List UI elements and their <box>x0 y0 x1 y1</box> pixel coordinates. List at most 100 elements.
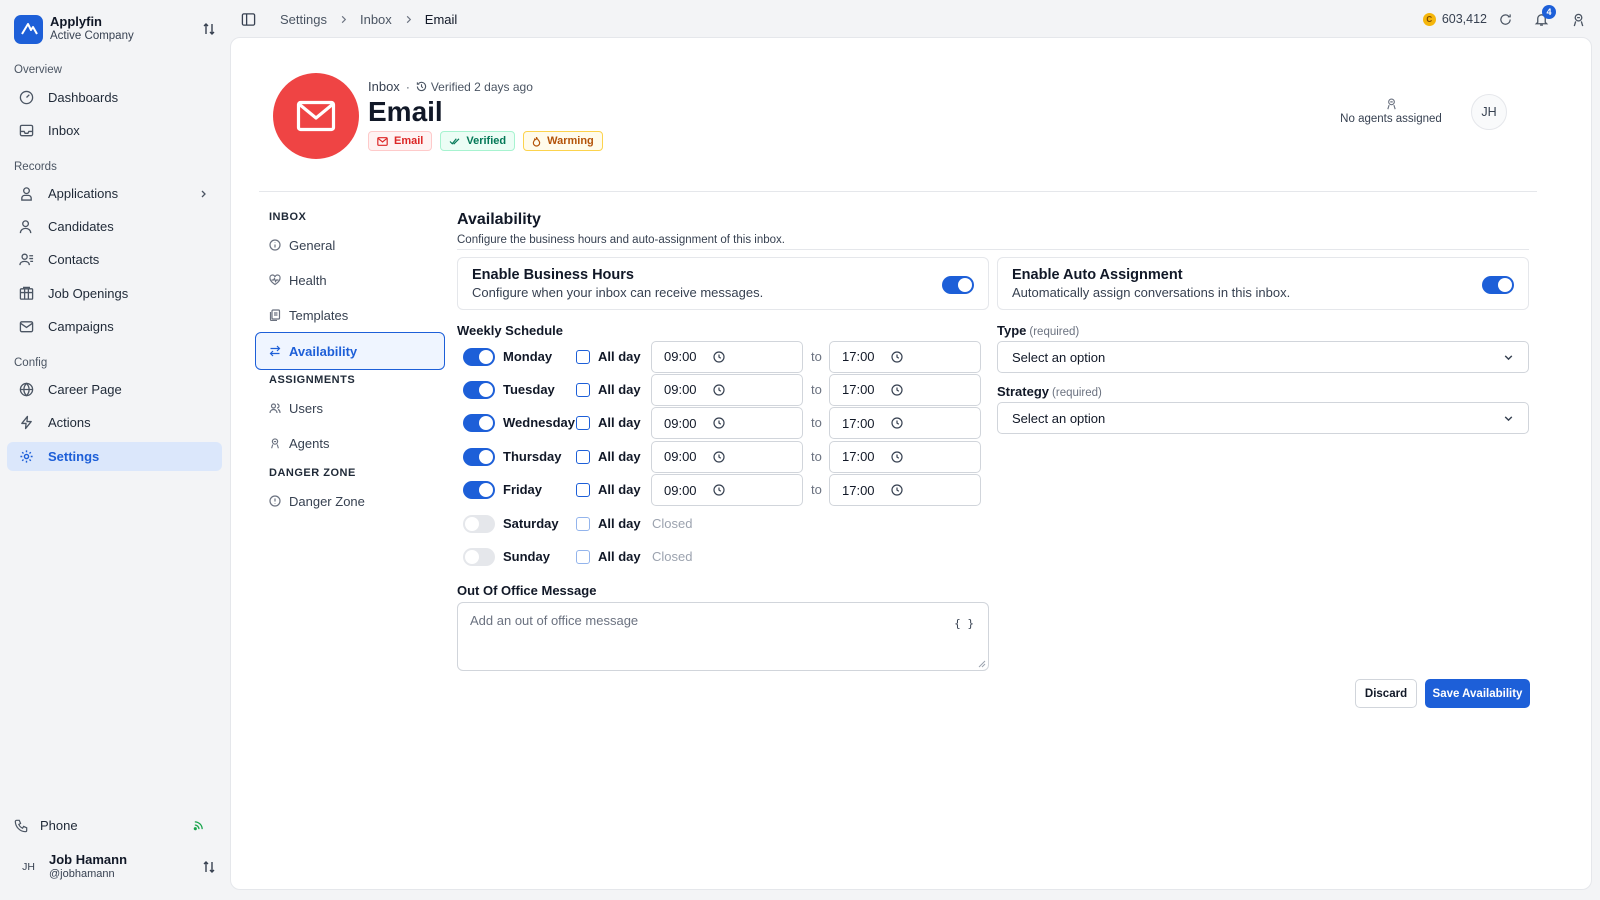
settings-nav-templates[interactable]: Templates <box>255 296 445 334</box>
day-toggle[interactable] <box>463 481 495 500</box>
day-row-saturday: Saturday All day Closed <box>463 508 983 540</box>
sidebar-item-contacts[interactable]: Contacts <box>7 245 222 274</box>
notifications-button[interactable]: 4 <box>1534 4 1556 27</box>
lightning-icon <box>21 415 32 430</box>
settings-nav-danger-zone[interactable]: Danger Zone <box>255 482 445 520</box>
sidebar-toggle-icon[interactable] <box>241 12 256 27</box>
agents-assignment[interactable]: No agents assigned <box>1331 97 1451 125</box>
day-toggle[interactable] <box>463 347 495 366</box>
settings-nav-general[interactable]: General <box>255 226 445 264</box>
business-hours-title: Enable Business Hours <box>472 267 634 283</box>
end-time-input[interactable]: 17:00 <box>829 474 981 507</box>
start-time-input[interactable]: 09:00 <box>651 407 803 440</box>
type-label: Type (required) <box>997 323 1079 338</box>
end-time-input[interactable]: 17:00 <box>829 340 981 373</box>
start-time-input[interactable]: 09:00 <box>651 373 803 406</box>
sidebar-item-campaigns[interactable]: Campaigns <box>7 312 222 341</box>
type-select[interactable]: Select an option <box>997 341 1529 373</box>
avatar[interactable]: JH <box>1471 94 1507 130</box>
day-toggle[interactable] <box>463 447 495 466</box>
settings-nav-label: Availability <box>289 343 358 359</box>
clock-icon <box>712 350 725 363</box>
switch-arrows-icon[interactable] <box>202 22 216 36</box>
all-day-checkbox[interactable] <box>576 382 590 397</box>
save-availability-button[interactable]: Save Availability <box>1425 679 1530 708</box>
day-toggle[interactable] <box>463 380 495 399</box>
sidebar-item-label: Actions <box>48 415 91 430</box>
to-label: to <box>811 348 822 364</box>
badge-label: Verified <box>466 135 507 147</box>
day-toggle[interactable] <box>463 414 495 433</box>
dashboard-icon <box>19 90 34 105</box>
sidebar-item-inbox[interactable]: Inbox <box>7 116 222 145</box>
sidebar-item-actions[interactable]: Actions <box>7 408 222 437</box>
sidebar-item-dashboards[interactable]: Dashboards <box>7 83 222 112</box>
to-label: to <box>811 381 822 397</box>
all-day-label: All day <box>598 448 641 464</box>
phone-icon <box>14 819 28 832</box>
day-name: Saturday <box>503 515 559 531</box>
chevron-right-icon <box>339 15 348 24</box>
start-time-value: 09:00 <box>664 349 697 364</box>
workspace-switcher[interactable]: Applyfin Active Company <box>14 14 216 44</box>
agent-icon <box>271 438 279 449</box>
breadcrumb-settings[interactable]: Settings <box>280 12 327 27</box>
breadcrumb-email: Email <box>424 11 458 27</box>
sidebar-item-candidates[interactable]: Candidates <box>7 212 222 241</box>
start-time-input[interactable]: 09:00 <box>651 474 803 507</box>
settings-nav-agents[interactable]: Agents <box>255 424 445 462</box>
settings-nav-label: Agents <box>289 435 330 451</box>
start-time-input[interactable]: 09:00 <box>651 440 803 473</box>
sidebar-item-label: Dashboards <box>48 90 119 105</box>
discard-button[interactable]: Discard <box>1355 679 1417 708</box>
day-toggle[interactable] <box>463 547 495 566</box>
phone-status[interactable]: Phone <box>14 818 216 833</box>
sidebar-item-job-openings[interactable]: Job Openings <box>7 279 222 308</box>
breadcrumb-inbox[interactable]: Inbox <box>360 12 392 27</box>
divider <box>457 249 1529 250</box>
end-time-input[interactable]: 17:00 <box>829 407 981 440</box>
double-check-icon <box>449 137 460 145</box>
all-day-checkbox[interactable] <box>576 449 590 464</box>
sidebar-item-applications[interactable]: Applications <box>7 179 222 208</box>
switch-arrows-icon[interactable] <box>202 860 216 874</box>
clock-icon <box>712 451 725 463</box>
clock-icon <box>712 384 725 396</box>
start-time-input[interactable]: 09:00 <box>651 340 803 373</box>
closed-label: Closed <box>652 515 693 531</box>
campaigns-icon <box>19 321 34 333</box>
all-day-checkbox[interactable] <box>576 516 590 531</box>
resize-grip-icon[interactable] <box>978 660 986 668</box>
start-time-value: 09:00 <box>664 482 697 498</box>
all-day-checkbox[interactable] <box>576 349 590 364</box>
settings-nav-availability[interactable]: Availability <box>255 332 445 370</box>
day-toggle[interactable] <box>463 514 495 533</box>
clock-icon <box>890 451 903 463</box>
day-row-sunday: Sunday All day Closed <box>463 541 983 573</box>
settings-nav-users[interactable]: Users <box>255 389 445 427</box>
strategy-select[interactable]: Select an option <box>997 402 1529 434</box>
user-menu[interactable]: JH Job Hamann @jobhamann <box>14 852 216 882</box>
info-circle-icon <box>269 239 281 251</box>
inbox-meta: Inbox · Verified 2 days ago <box>368 79 533 94</box>
end-time-input[interactable]: 17:00 <box>829 440 981 473</box>
workspace-company: Active Company <box>50 30 134 42</box>
all-day-checkbox[interactable] <box>576 416 590 431</box>
all-day-checkbox[interactable] <box>576 549 590 564</box>
users-icon <box>269 403 281 414</box>
settings-nav-label: Users <box>289 400 323 416</box>
inbox-badges: Email Verified Warming <box>368 131 603 151</box>
variables-braces-icon[interactable]: { } <box>954 617 974 630</box>
sidebar-item-career-page[interactable]: Career Page <box>7 375 222 404</box>
refresh-icon[interactable] <box>1499 13 1512 26</box>
all-day-checkbox[interactable] <box>576 483 590 498</box>
clock-icon <box>712 417 725 429</box>
agent-icon[interactable] <box>1571 12 1586 27</box>
settings-nav-health[interactable]: Health <box>255 261 445 299</box>
oom-textarea[interactable]: Add an out of office message { } <box>457 602 989 671</box>
business-hours-toggle[interactable] <box>942 276 974 294</box>
day-name: Wednesday <box>503 415 576 431</box>
end-time-input[interactable]: 17:00 <box>829 373 981 406</box>
sidebar-item-settings[interactable]: Settings <box>7 442 222 471</box>
auto-assignment-toggle[interactable] <box>1482 276 1514 294</box>
